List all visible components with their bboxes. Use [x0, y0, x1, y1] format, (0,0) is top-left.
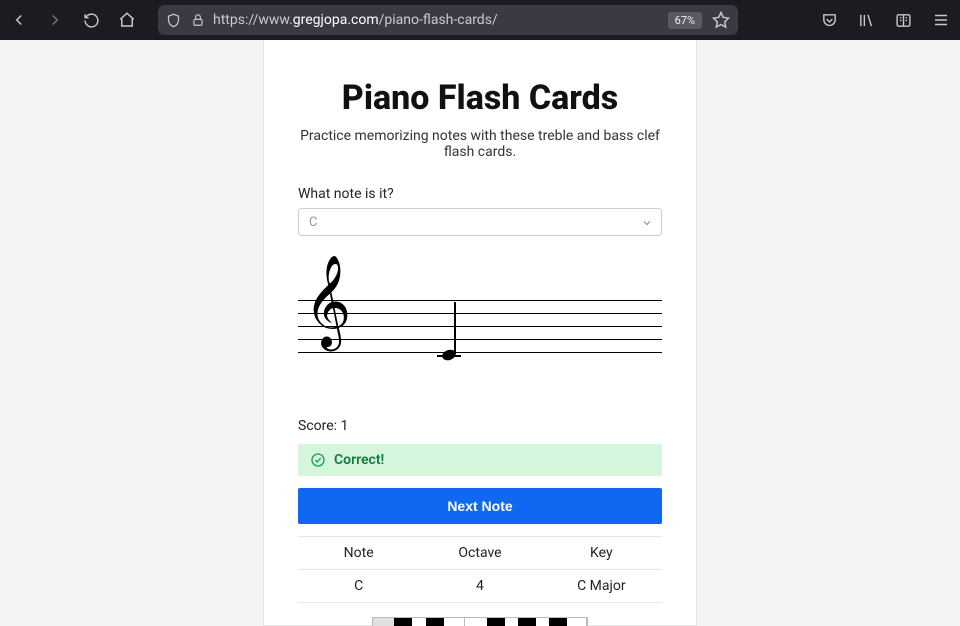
piano-key-csharp[interactable] [394, 618, 412, 626]
treble-clef-icon: 𝄞 [304, 262, 351, 342]
reader-icon[interactable] [895, 12, 912, 29]
td-octave: 4 [419, 570, 540, 602]
page-title: Piano Flash Cards [298, 78, 662, 118]
page-viewport: Piano Flash Cards Practice memorizing no… [0, 40, 960, 626]
url-text: https://www.gregjopa.com/piano-flash-car… [213, 12, 498, 28]
reload-button[interactable] [82, 11, 100, 29]
pocket-icon[interactable] [821, 12, 838, 29]
th-key: Key [541, 537, 662, 570]
url-bar[interactable]: https://www.gregjopa.com/piano-flash-car… [158, 5, 738, 35]
piano-key-gsharp[interactable] [518, 618, 536, 626]
question-label: What note is it? [298, 186, 662, 202]
nav-icon-group [10, 11, 136, 29]
shield-icon[interactable] [166, 13, 181, 28]
toolbar-right-icons [821, 11, 950, 29]
correct-alert: Correct! [298, 444, 662, 476]
th-octave: Octave [419, 537, 540, 570]
answer-select[interactable]: C [298, 208, 662, 236]
music-staff: 𝄞 [298, 282, 662, 382]
note-info-table: Note Octave Key C 4 C Major [298, 536, 662, 603]
score-display: Score: 1 [298, 418, 662, 434]
piano-key-asharp[interactable] [549, 618, 567, 626]
piano-key-fsharp[interactable] [487, 618, 505, 626]
forward-button[interactable] [46, 11, 64, 29]
bookmark-star-icon[interactable] [712, 11, 730, 29]
home-button[interactable] [118, 11, 136, 29]
page-subtitle: Practice memorizing notes with these tre… [298, 128, 662, 160]
url-security-indicators [166, 13, 205, 28]
th-note: Note [298, 537, 419, 570]
alert-text: Correct! [334, 452, 384, 468]
lock-icon[interactable] [191, 13, 205, 27]
browser-toolbar: https://www.gregjopa.com/piano-flash-car… [0, 0, 960, 40]
back-button[interactable] [10, 11, 28, 29]
menu-icon[interactable] [932, 11, 950, 29]
next-note-button[interactable]: Next Note [298, 488, 662, 524]
td-key: C Major [541, 570, 662, 602]
answer-select-value: C [309, 215, 317, 230]
app-panel: Piano Flash Cards Practice memorizing no… [263, 40, 697, 626]
piano-key-dsharp[interactable] [426, 618, 444, 626]
check-circle-icon [310, 452, 326, 468]
td-note: C [298, 570, 419, 602]
chevron-down-icon [641, 217, 651, 227]
library-icon[interactable] [858, 12, 875, 29]
zoom-badge[interactable]: 67% [668, 12, 702, 29]
piano-keyboard: C D E F G A B [372, 617, 588, 626]
